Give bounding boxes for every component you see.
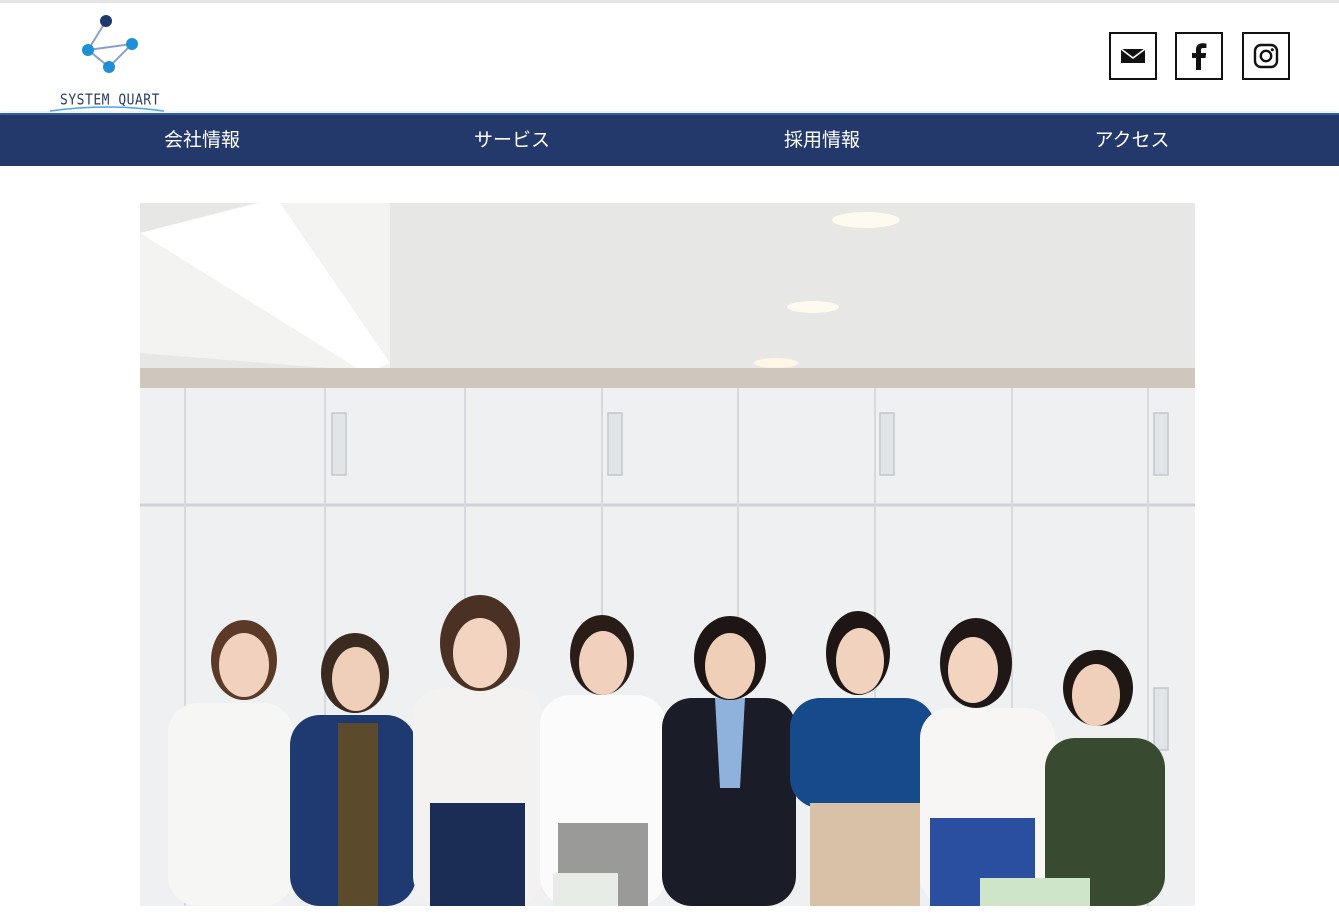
- instagram-icon: [1253, 43, 1279, 69]
- instagram-button[interactable]: [1242, 32, 1290, 80]
- nav-item-recruit[interactable]: 採用情報: [722, 115, 922, 166]
- mail-icon: [1120, 48, 1146, 63]
- nav-item-services[interactable]: サービス: [412, 115, 612, 166]
- site-header: SYSTEM QUART: [0, 3, 1339, 113]
- hero-image: [140, 203, 1195, 906]
- mail-button[interactable]: [1109, 32, 1157, 80]
- main-nav: 会社情報 サービス 採用情報 アクセス: [0, 113, 1339, 166]
- site-logo[interactable]: SYSTEM QUART: [46, 9, 170, 113]
- logo-text: SYSTEM QUART: [60, 91, 160, 110]
- facebook-icon: [1192, 43, 1207, 70]
- hero-photo: [140, 203, 1195, 906]
- nav-item-access[interactable]: アクセス: [1032, 115, 1232, 166]
- facebook-button[interactable]: [1175, 32, 1223, 80]
- nav-item-company[interactable]: 会社情報: [102, 115, 302, 166]
